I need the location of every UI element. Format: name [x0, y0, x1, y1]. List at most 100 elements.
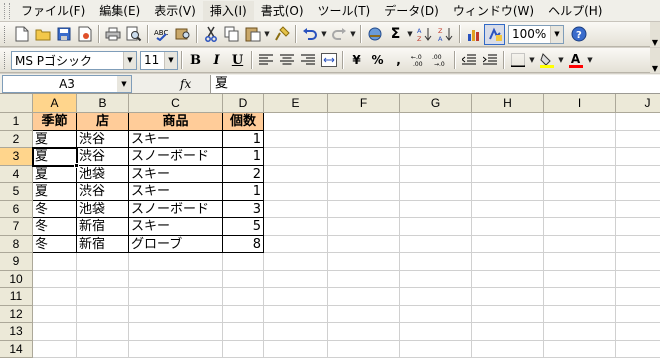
cell-c14[interactable] [129, 340, 223, 358]
spreadsheet-grid[interactable]: ABCDEFGHIJ 1 2 3 4 5 6 7 8 9 10 11 12 13 14 季節店商品 個数夏渋… [0, 94, 660, 360]
copy-icon[interactable] [221, 24, 242, 45]
cell-i13[interactable] [544, 323, 616, 341]
cell-g7[interactable] [400, 218, 472, 236]
cell-f13[interactable] [328, 323, 400, 341]
cell-f9[interactable] [328, 253, 400, 271]
cell-c8[interactable]: グローブ [129, 235, 223, 253]
cell-d1[interactable]: 個数 [223, 113, 264, 131]
cell-e2[interactable] [264, 130, 328, 148]
cell-a9[interactable] [33, 253, 77, 271]
cell-f3[interactable] [328, 148, 400, 166]
cell-g6[interactable] [400, 200, 472, 218]
row-header-10[interactable]: 10 [0, 270, 33, 288]
row-header-14[interactable]: 14 [0, 340, 33, 358]
row-header-9[interactable]: 9 [0, 253, 33, 271]
align-center-icon[interactable] [276, 50, 297, 71]
cell-c12[interactable] [129, 305, 223, 323]
cell-j12[interactable] [616, 306, 660, 323]
autosum-icon[interactable]: Σ [385, 24, 406, 45]
cell-e1[interactable] [264, 113, 328, 131]
menu-help[interactable]: ヘルプ(H) [541, 1, 609, 21]
cell-d2[interactable]: 1 [223, 130, 264, 148]
column-header-d[interactable]: D [223, 94, 264, 113]
undo-dropdown[interactable]: ▼ [320, 24, 328, 45]
cell-g2[interactable] [400, 130, 472, 148]
cell-a12[interactable] [33, 305, 77, 323]
hyperlink-icon[interactable] [364, 24, 385, 45]
cell-d12[interactable] [223, 305, 264, 323]
menu-insert[interactable]: 挿入(I) [202, 0, 254, 21]
cell-c4[interactable]: スキー [129, 165, 223, 183]
cell-j4[interactable] [616, 166, 660, 183]
cell-b1[interactable]: 店 [77, 113, 129, 131]
cell-f4[interactable] [328, 165, 400, 183]
print-icon[interactable] [102, 24, 123, 45]
font-color-dropdown[interactable]: ▼ [586, 50, 594, 71]
cell-b2[interactable]: 渋谷 [77, 130, 129, 148]
row-header-12[interactable]: 12 [0, 305, 33, 323]
sort-descending-icon[interactable]: ZA [435, 24, 456, 45]
cell-b12[interactable] [77, 305, 129, 323]
cell-a14[interactable] [33, 340, 77, 358]
cell-d10[interactable] [223, 270, 264, 288]
cell-d11[interactable] [223, 288, 264, 306]
cell-d7[interactable]: 5 [223, 218, 264, 236]
row-header-11[interactable]: 11 [0, 288, 33, 306]
fill-color-icon[interactable] [536, 50, 557, 71]
comma-style-button[interactable]: , [388, 50, 409, 71]
cell-e4[interactable] [264, 165, 328, 183]
font-color-button[interactable]: A [565, 50, 586, 71]
cell-a4[interactable]: 夏 [33, 165, 77, 183]
redo-dropdown[interactable]: ▼ [349, 24, 357, 45]
cell-e9[interactable] [264, 253, 328, 271]
cell-h13[interactable] [472, 323, 544, 341]
cell-h12[interactable] [472, 305, 544, 323]
cell-i1[interactable] [544, 113, 616, 131]
increase-decimal-icon[interactable]: ←.0.00 [409, 50, 430, 71]
cell-b11[interactable] [77, 288, 129, 306]
cell-j13[interactable] [616, 323, 660, 341]
column-header-a[interactable]: A [33, 94, 77, 113]
cell-j11[interactable] [616, 288, 660, 306]
cell-d5[interactable]: 1 [223, 183, 264, 201]
cell-g8[interactable] [400, 235, 472, 253]
cell-f7[interactable] [328, 218, 400, 236]
print-preview-icon[interactable] [123, 24, 144, 45]
cell-i11[interactable] [544, 288, 616, 306]
column-header-g[interactable]: G [400, 94, 472, 113]
research-icon[interactable] [172, 24, 193, 45]
font-name-select[interactable]: MS Pゴシック ▼ [11, 50, 137, 70]
cell-j3[interactable] [616, 148, 660, 166]
cell-h9[interactable] [472, 253, 544, 271]
row-header-2[interactable]: 2 [0, 130, 33, 148]
fill-color-dropdown[interactable]: ▼ [557, 50, 565, 71]
cell-i2[interactable] [544, 130, 616, 148]
new-file-icon[interactable] [11, 24, 32, 45]
cell-g5[interactable] [400, 183, 472, 201]
column-header-c[interactable]: C [129, 94, 223, 113]
cell-b7[interactable]: 新宿 [77, 218, 129, 236]
column-header-f[interactable]: F [328, 94, 400, 113]
toolbar-grip[interactable] [4, 51, 7, 69]
cell-f8[interactable] [328, 235, 400, 253]
format-painter-icon[interactable] [271, 24, 292, 45]
cell-b10[interactable] [77, 270, 129, 288]
cell-h2[interactable] [472, 130, 544, 148]
cell-b9[interactable] [77, 253, 129, 271]
column-header-j[interactable]: J [616, 94, 660, 113]
cell-e14[interactable] [264, 340, 328, 358]
cell-a5[interactable]: 夏 [33, 183, 77, 201]
formula-input[interactable]: 夏 [210, 74, 660, 93]
cell-e8[interactable] [264, 235, 328, 253]
toolbar-options-icon[interactable]: ▼ [650, 22, 660, 47]
cell-c13[interactable] [129, 323, 223, 341]
cell-g9[interactable] [400, 253, 472, 271]
cell-a7[interactable]: 冬 [33, 218, 77, 236]
cell-h4[interactable] [472, 165, 544, 183]
menu-file[interactable]: ファイル(F) [14, 1, 92, 21]
column-header-e[interactable]: E [264, 94, 328, 113]
cell-c9[interactable] [129, 253, 223, 271]
cell-h1[interactable] [472, 113, 544, 131]
row-header-4[interactable]: 4 [0, 165, 33, 183]
chart-wizard-icon[interactable] [463, 24, 484, 45]
